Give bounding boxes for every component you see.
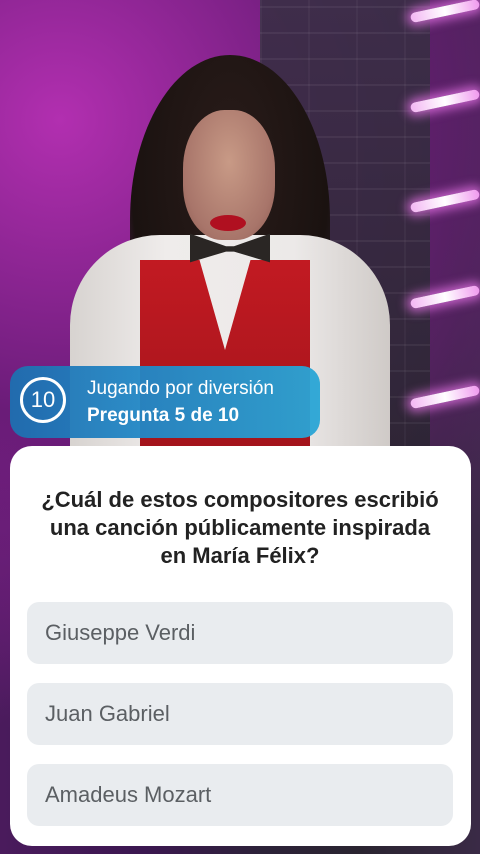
answer-option-label: Amadeus Mozart bbox=[45, 782, 212, 807]
quiz-screen: 10 Jugando por diversión Pregunta 5 de 1… bbox=[0, 0, 480, 854]
answer-option-1[interactable]: Giuseppe Verdi bbox=[27, 602, 453, 664]
answer-option-2[interactable]: Juan Gabriel bbox=[27, 683, 453, 745]
countdown-timer: 10 bbox=[20, 377, 66, 423]
question-progress-label: Pregunta 5 de 10 bbox=[87, 405, 240, 426]
game-mode-label: Jugando por diversión bbox=[87, 378, 274, 399]
question-text: ¿Cuál de estos compositores escribió una… bbox=[41, 487, 439, 568]
answer-option-3[interactable]: Amadeus Mozart bbox=[27, 764, 453, 826]
answer-option-label: Juan Gabriel bbox=[45, 701, 170, 726]
answer-option-label: Giuseppe Verdi bbox=[45, 620, 196, 645]
